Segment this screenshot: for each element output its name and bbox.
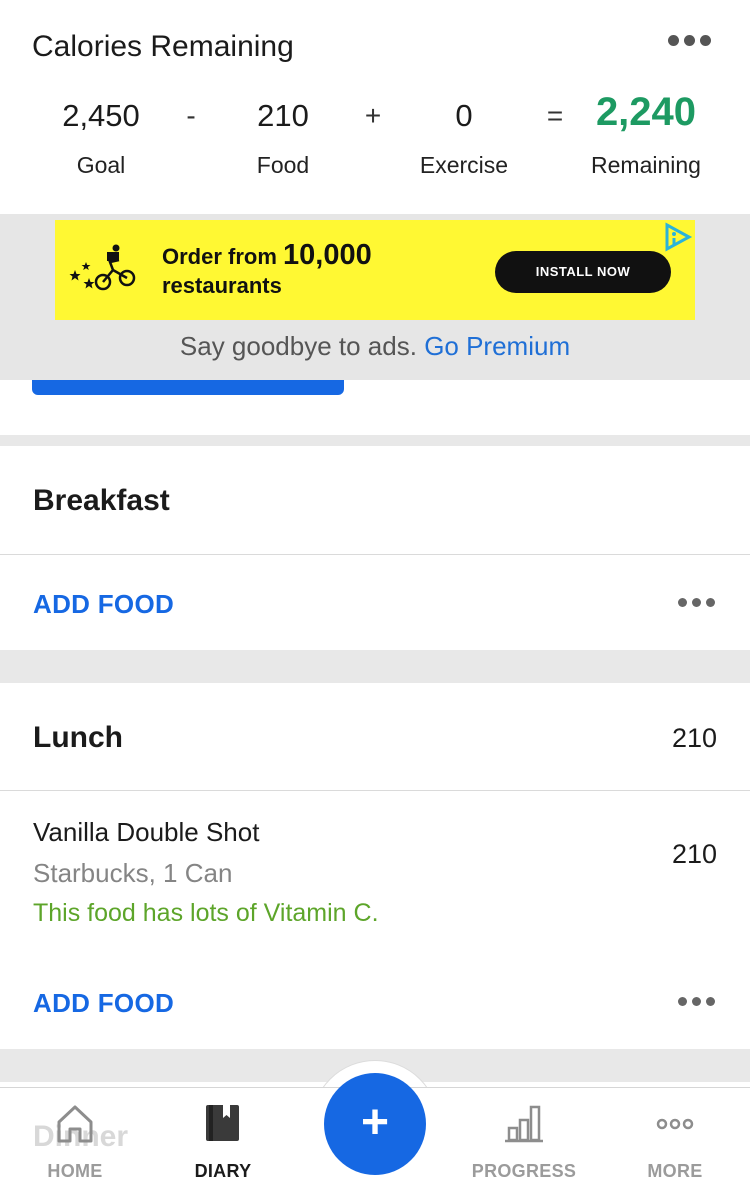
ad-area: Order from 10,000 restaurants INSTALL NO…	[0, 214, 750, 380]
nav-more-label: MORE	[647, 1161, 703, 1181]
premium-text: Say goodbye to ads.	[179, 331, 425, 361]
exercise-label: Exercise	[419, 152, 509, 178]
nav-more[interactable]: MORE	[600, 1087, 750, 1200]
calories-title: Calories Remaining	[32, 30, 294, 63]
food-name: Vanilla Double Shot	[33, 817, 260, 847]
install-now-button[interactable]: INSTALL NOW	[495, 251, 671, 293]
ad-line1: Order from	[162, 244, 284, 269]
breakfast-more-dots-icon[interactable]	[678, 598, 715, 607]
ad-banner[interactable]: Order from 10,000 restaurants INSTALL NO…	[55, 220, 695, 320]
more-icon	[656, 1118, 694, 1130]
lunch-add-food-button[interactable]: ADD FOOD	[33, 988, 174, 1019]
breakfast-add-food-button[interactable]: ADD FOOD	[33, 589, 174, 620]
lunch-calories: 210	[671, 723, 717, 753]
plus-icon: +	[360, 1096, 390, 1149]
nav-diary[interactable]: DIARY	[148, 1087, 298, 1200]
minus-operator: -	[186, 100, 196, 131]
breakfast-divider	[0, 554, 750, 555]
remaining-value: 2,240	[595, 90, 697, 134]
lunch-divider	[0, 790, 750, 791]
goal-label: Goal	[76, 152, 126, 178]
delivery-bike-logo	[69, 244, 136, 291]
ad-choices-icon[interactable]	[662, 222, 694, 252]
nav-progress-label: PROGRESS	[471, 1161, 577, 1181]
ad-text: Order from 10,000 restaurants	[162, 239, 372, 299]
exercise-value: 0	[455, 98, 473, 133]
plus-operator: +	[364, 100, 382, 131]
diary-book-icon	[206, 1105, 239, 1141]
ad-line1-big: 10,000	[283, 239, 372, 271]
food-detail: Starbucks, 1 Can	[33, 858, 233, 888]
goal-value: 2,450	[62, 98, 140, 133]
nav-home[interactable]: HOME	[0, 1087, 150, 1200]
home-icon	[57, 1105, 93, 1143]
ad-line2: restaurants	[162, 273, 282, 298]
food-note: This food has lots of Vitamin C.	[33, 899, 379, 927]
food-label: Food	[256, 152, 310, 178]
nav-home-label: HOME	[47, 1161, 103, 1181]
go-premium-link[interactable]: Go Premium	[424, 331, 570, 361]
calories-more-dots-icon[interactable]	[668, 35, 711, 46]
progress-chart-icon	[505, 1105, 543, 1143]
go-premium-line: Say goodbye to ads. Go Premium	[0, 331, 750, 362]
breakfast-title: Breakfast	[33, 484, 170, 517]
lunch-title: Lunch	[33, 721, 123, 754]
add-entry-button[interactable]: +	[324, 1073, 426, 1175]
equals-operator: =	[546, 100, 564, 131]
nav-progress[interactable]: PROGRESS	[449, 1087, 599, 1200]
remaining-label: Remaining	[591, 152, 701, 178]
calories-remaining-card: Calories Remaining 2,450 Goal - 210 Food…	[0, 0, 750, 214]
food-calories: 210	[671, 839, 717, 869]
food-value: 210	[257, 98, 309, 133]
lunch-more-dots-icon[interactable]	[678, 997, 715, 1006]
partial-blue-button[interactable]	[32, 380, 344, 395]
nav-diary-label: DIARY	[194, 1161, 252, 1181]
